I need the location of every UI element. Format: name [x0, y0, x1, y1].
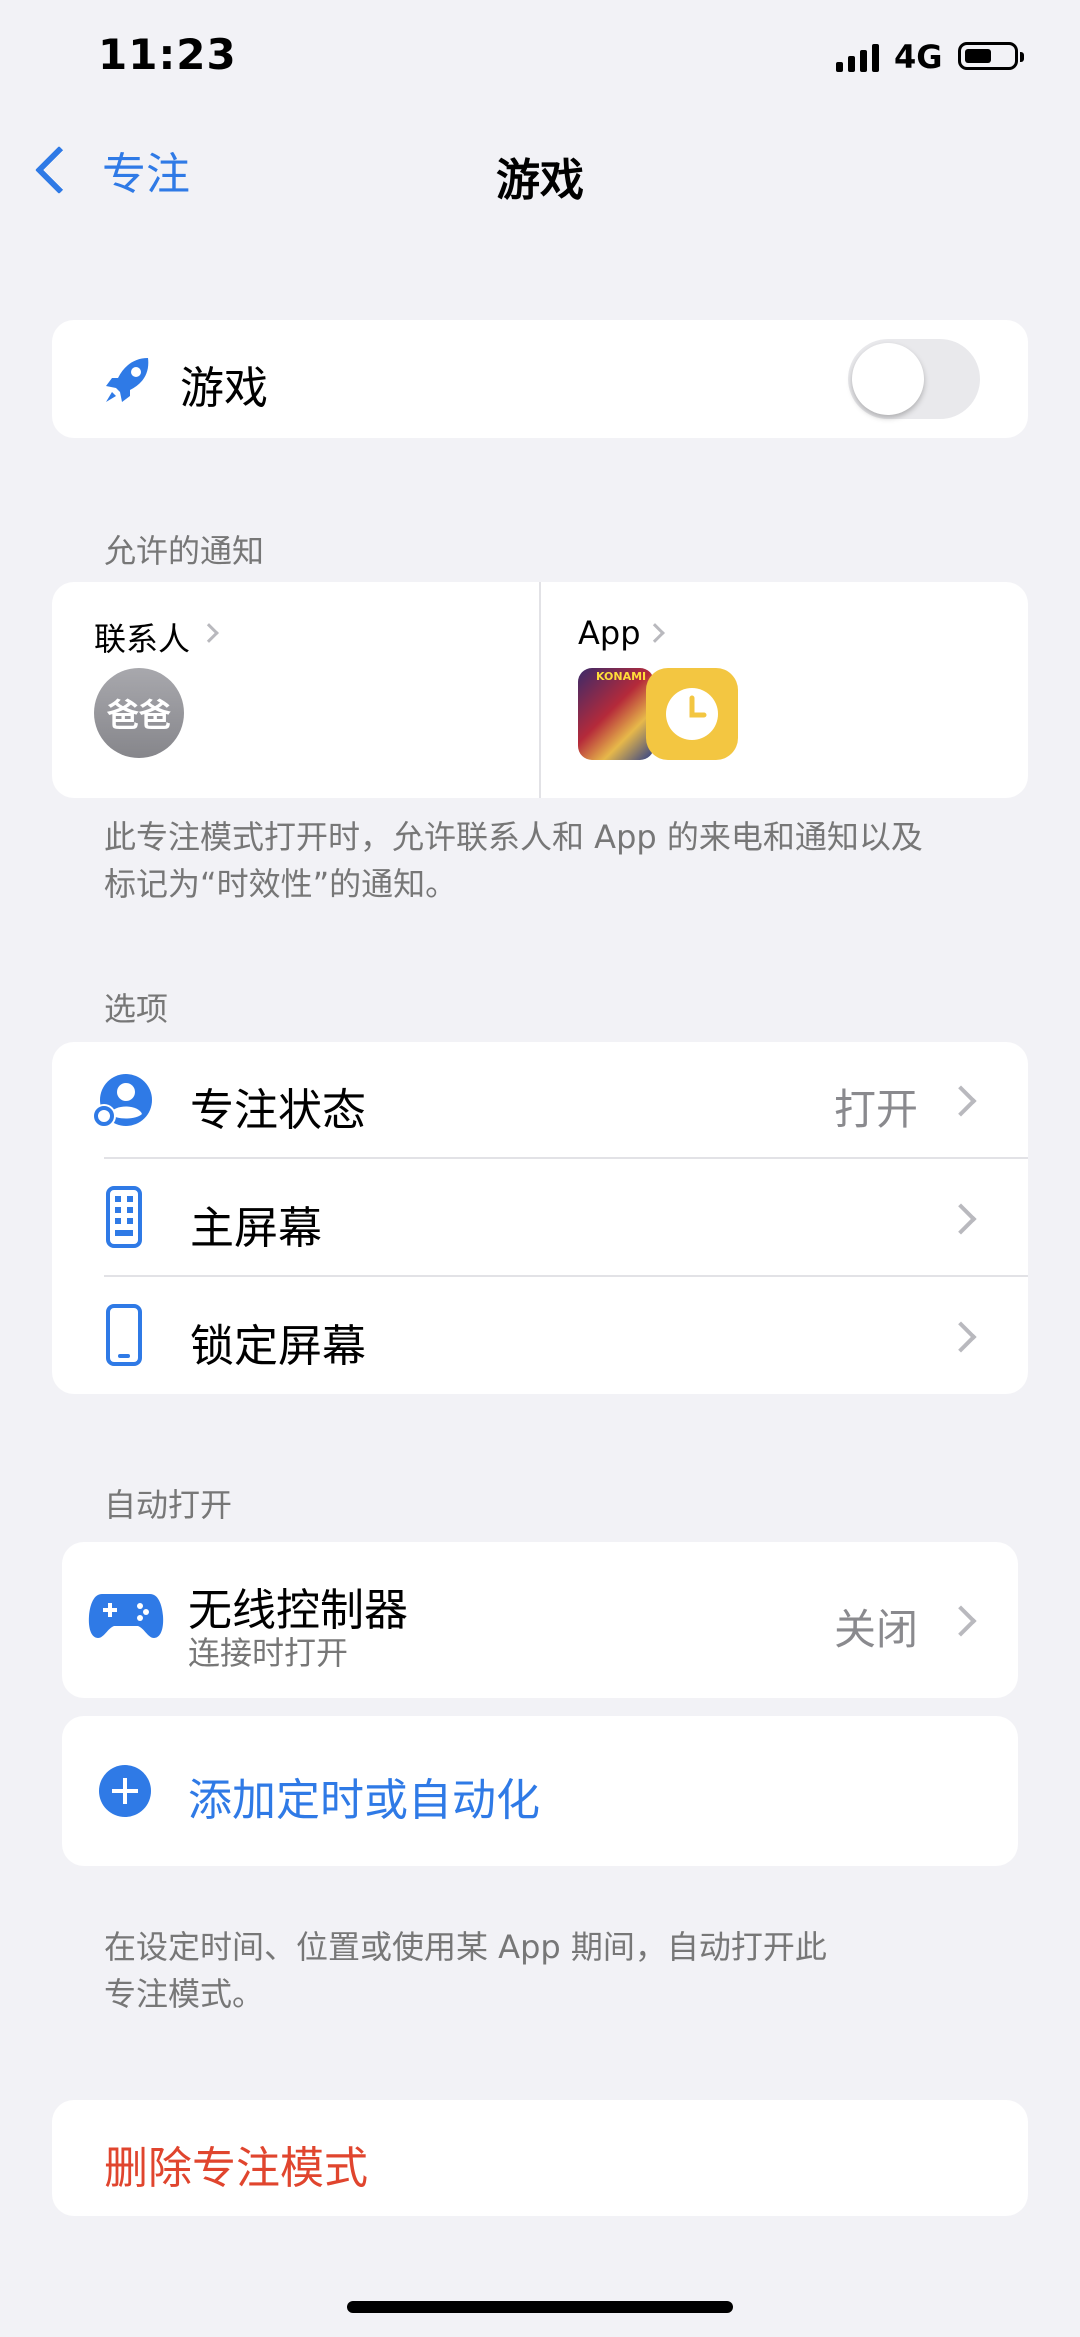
footer-line: 此专注模式打开时，允许联系人和 App 的来电和通知以及 [104, 818, 923, 856]
network-type: 4G [894, 38, 943, 76]
footer-line: 专注模式。 [104, 1975, 265, 2013]
apps-label: App [578, 614, 641, 652]
auto-on-footer: 在设定时间、位置或使用某 App 期间，自动打开此 专注模式。 [104, 1924, 827, 2018]
option-label: 主屏幕 [190, 1203, 322, 1254]
yugioh-app-icon: KONAMI [578, 668, 654, 760]
focus-status-icon [92, 1074, 152, 1128]
options-label: 选项 [104, 990, 169, 1028]
add-circle-icon [99, 1765, 151, 1817]
home-screen-icon [106, 1186, 142, 1248]
rocket-icon [106, 358, 149, 402]
controller-value: 关闭 [834, 1605, 919, 1654]
people-label: 联系人 [94, 620, 191, 658]
home-indicator[interactable] [347, 2301, 733, 2313]
delete-focus-label: 删除专注模式 [104, 2143, 368, 2194]
option-value: 打开 [834, 1085, 919, 1134]
allowed-notifications-label: 允许的通知 [104, 532, 265, 570]
controller-subtitle: 连接时打开 [188, 1634, 349, 1672]
cellular-signal-icon [836, 42, 880, 72]
contact-avatar: 爸爸 [94, 668, 184, 758]
auto-on-label: 自动打开 [104, 1486, 233, 1524]
option-label: 锁定屏幕 [190, 1321, 366, 1372]
page-title: 游戏 [496, 155, 584, 206]
status-time: 11:23 [98, 30, 237, 79]
option-label: 专注状态 [190, 1085, 366, 1136]
footer-line: 在设定时间、位置或使用某 App 期间，自动打开此 [104, 1928, 827, 1966]
clock-app-icon [646, 668, 738, 760]
allowed-notifications-footer: 此专注模式打开时，允许联系人和 App 的来电和通知以及 标记为“时效性”的通知… [104, 814, 923, 908]
battery-icon [958, 42, 1024, 70]
footer-line: 标记为“时效性”的通知。 [104, 865, 458, 903]
focus-toggle-switch[interactable] [848, 339, 980, 419]
add-automation-label: 添加定时或自动化 [188, 1775, 540, 1826]
focus-label: 游戏 [180, 363, 268, 414]
lock-screen-icon [106, 1304, 142, 1366]
game-controller-icon [88, 1594, 164, 1638]
